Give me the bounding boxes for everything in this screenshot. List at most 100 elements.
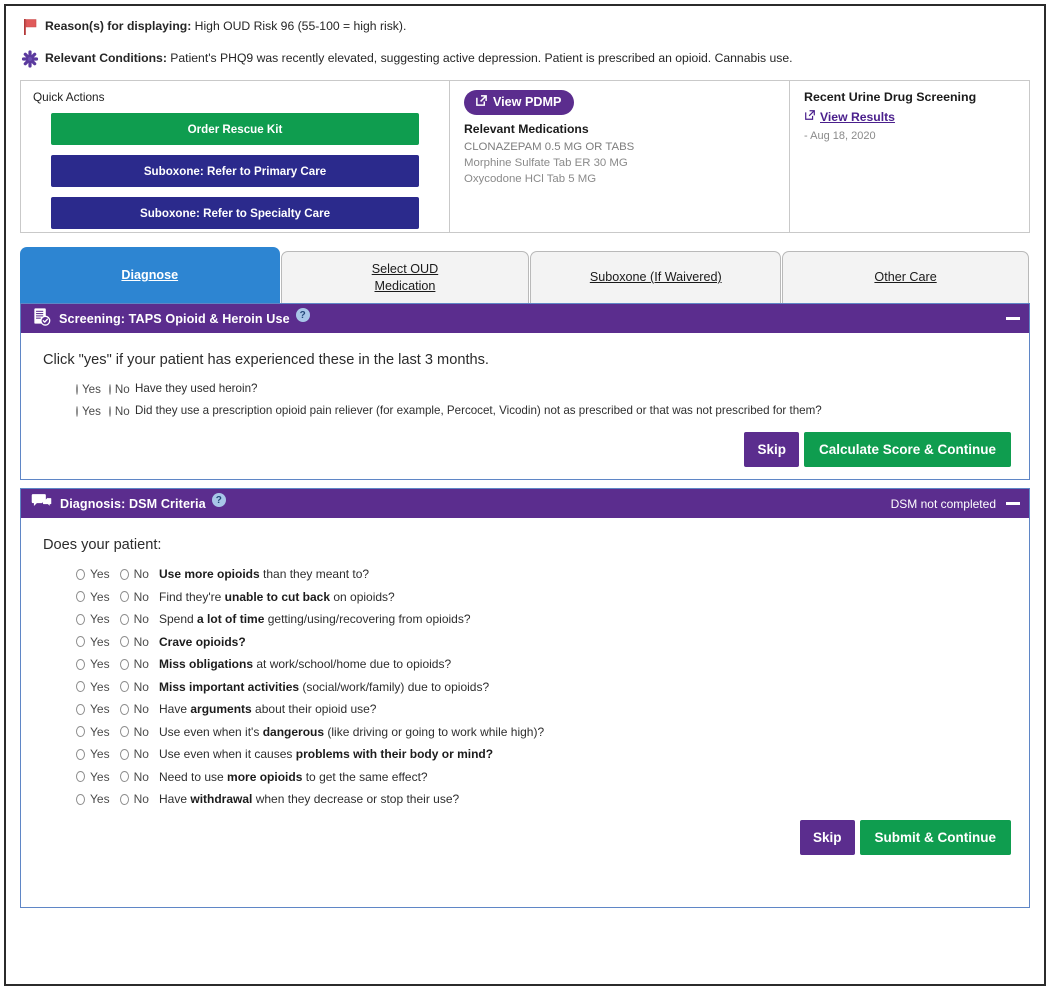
dsm-question-row: Yes No Find they're unable to cut back on … xyxy=(39,590,1011,604)
dsm-q4-no-radio[interactable] xyxy=(119,636,129,647)
dsm-question-row: Yes No Have withdrawal when they decrease … xyxy=(39,792,1011,806)
calculate-score-continue-button[interactable]: Calculate Score & Continue xyxy=(803,432,1011,467)
diagnosis-panel-body: Does your patient: Yes No Use more opioids… xyxy=(21,518,1029,907)
screening-skip-button[interactable]: Skip xyxy=(744,432,799,467)
dsm-q9-no-radio[interactable] xyxy=(119,748,129,760)
dsm-q4-options: Yes No xyxy=(39,635,159,649)
dsm-question-row: Yes No Crave opioids? xyxy=(39,635,1011,649)
dsm-question-row: Yes No Use even when it's dangerous (like … xyxy=(39,725,1011,739)
dsm-q1-text: Use more opioids than they meant to? xyxy=(159,567,370,581)
tab-select-oud-medication[interactable]: Select OUD Medication xyxy=(280,251,530,303)
dsm-q11-yes-radio[interactable] xyxy=(76,793,86,805)
dsm-q11-no-label: No xyxy=(133,792,149,806)
dsm-q3-yes-radio[interactable] xyxy=(76,613,86,625)
view-results-label: View Results xyxy=(820,109,895,124)
dsm-q2-yes-radio[interactable] xyxy=(76,591,86,602)
dsm-q5-yes-radio[interactable] xyxy=(76,658,86,670)
help-icon[interactable]: ? xyxy=(211,493,226,507)
screening-question-row: Yes No Have they used heroin? xyxy=(39,382,1011,396)
dsm-q6-yes-radio[interactable] xyxy=(76,681,86,692)
dsm-q10-yes-radio[interactable] xyxy=(76,771,86,782)
screening-panel-title: Screening: TAPS Opioid & Heroin Use xyxy=(59,311,290,326)
dsm-q7-text: Have arguments about their opioid use? xyxy=(159,702,377,716)
refer-specialty-care-button[interactable]: Suboxone: Refer to Specialty Care xyxy=(51,197,419,229)
tab-suboxone-if-waivered[interactable]: Suboxone (If Waivered) xyxy=(530,251,782,303)
dsm-q5-no-label: No xyxy=(133,657,149,671)
view-pdmp-label: View PDMP xyxy=(493,95,562,109)
dsm-q5-no-radio[interactable] xyxy=(119,658,129,670)
screening-q1-text: Have they used heroin? xyxy=(135,382,258,395)
urine-screening-column: Recent Urine Drug Screening View Results… xyxy=(790,81,1029,232)
dsm-q10-yes-label: Yes xyxy=(90,769,110,784)
urine-screening-date: - Aug 18, 2020 xyxy=(804,130,876,142)
dsm-q8-text: Use even when it's dangerous (like drivi… xyxy=(159,724,545,739)
dsm-question-row: Yes No Have arguments about their opioid u… xyxy=(39,702,1011,716)
conditions-alert-text: Relevant Conditions: Patient's PHQ9 was … xyxy=(45,49,793,66)
medication-item: CLONAZEPAM 0.5 MG OR TABS xyxy=(464,141,635,153)
dsm-q8-no-label: No xyxy=(133,724,149,739)
tab-bar: Diagnose Select OUD Medication Suboxone … xyxy=(20,247,1030,303)
dsm-q1-no-radio[interactable] xyxy=(119,568,129,580)
view-pdmp-button[interactable]: View PDMP xyxy=(464,90,575,115)
refer-primary-care-button[interactable]: Suboxone: Refer to Primary Care xyxy=(51,155,419,187)
flag-icon xyxy=(20,17,42,37)
screening-q1-yes-label: Yes xyxy=(82,382,101,396)
diagnosis-panel: Diagnosis: DSM Criteria ? DSM not comple… xyxy=(20,488,1030,908)
order-rescue-kit-button[interactable]: Order Rescue Kit xyxy=(51,113,419,145)
dsm-q5-options: Yes No xyxy=(39,657,159,671)
screening-q1-no-radio[interactable] xyxy=(108,383,111,395)
screening-button-bar: Skip Calculate Score & Continue xyxy=(39,432,1011,467)
external-link-icon xyxy=(804,109,816,124)
submit-continue-button[interactable]: Submit & Continue xyxy=(859,820,1011,855)
tab-suboxone-if-waivered-label: Suboxone (If Waivered) xyxy=(589,270,722,284)
dsm-q2-yes-label: Yes xyxy=(90,589,110,604)
help-icon[interactable]: ? xyxy=(295,308,310,322)
screening-q1-options: Yes No xyxy=(39,383,135,396)
dsm-q8-yes-radio[interactable] xyxy=(76,726,86,737)
collapse-screening-button[interactable] xyxy=(1006,317,1020,320)
quick-actions-column: Quick Actions Order Rescue Kit Suboxone:… xyxy=(21,81,450,232)
reason-alert-value: High OUD Risk 96 (55-100 = high risk). xyxy=(191,19,407,33)
dsm-q9-yes-label: Yes xyxy=(90,747,110,761)
screening-q2-no-radio[interactable] xyxy=(108,405,111,417)
summary-panel: Quick Actions Order Rescue Kit Suboxone:… xyxy=(20,80,1030,233)
screening-q1-yes-radio[interactable] xyxy=(76,383,78,395)
dsm-q3-options: Yes No xyxy=(39,612,159,626)
dsm-q4-yes-radio[interactable] xyxy=(76,636,86,647)
screening-panel-header: Screening: TAPS Opioid & Heroin Use ? xyxy=(21,304,1029,333)
collapse-diagnosis-button[interactable] xyxy=(1006,502,1020,505)
reason-alert-label: Reason(s) for displaying: xyxy=(45,19,192,33)
dsm-q2-text: Find they're unable to cut back on opioi… xyxy=(159,589,395,604)
tab-other-care[interactable]: Other Care xyxy=(782,251,1029,303)
dsm-q10-no-radio[interactable] xyxy=(119,771,129,782)
dsm-q6-options: Yes No xyxy=(39,680,159,694)
dsm-q4-no-label: No xyxy=(133,634,149,649)
dsm-question-row: Yes No Need to use more opioids to get the… xyxy=(39,770,1011,784)
asterisk-icon xyxy=(20,49,42,69)
dsm-q7-yes-radio[interactable] xyxy=(76,703,86,715)
dsm-q7-no-radio[interactable] xyxy=(119,703,129,715)
diagnosis-panel-header: Diagnosis: DSM Criteria ? DSM not comple… xyxy=(21,489,1029,518)
medications-column: View PDMP Relevant Medications CLONAZEPA… xyxy=(450,81,790,232)
dsm-q8-no-radio[interactable] xyxy=(119,726,129,737)
view-results-link[interactable]: View Results xyxy=(804,109,895,124)
diagnosis-panel-title: Diagnosis: DSM Criteria xyxy=(60,496,206,511)
dsm-q11-yes-label: Yes xyxy=(90,792,110,806)
dsm-q11-no-radio[interactable] xyxy=(119,793,129,805)
dsm-q2-no-radio[interactable] xyxy=(119,591,129,602)
screening-q1-no-label: No xyxy=(114,382,130,396)
dsm-q3-no-radio[interactable] xyxy=(119,613,129,625)
dsm-q6-no-label: No xyxy=(133,679,149,694)
screening-q2-yes-radio[interactable] xyxy=(76,405,78,417)
tab-diagnose[interactable]: Diagnose xyxy=(20,247,280,303)
dsm-q1-no-label: No xyxy=(133,567,149,581)
diagnosis-skip-button[interactable]: Skip xyxy=(799,820,855,855)
dsm-q5-yes-label: Yes xyxy=(90,657,110,671)
dsm-q1-yes-radio[interactable] xyxy=(76,568,86,580)
diagnosis-prompt: Does your patient: xyxy=(43,537,162,553)
dsm-question-row: Yes No Miss important activities (social/w… xyxy=(39,680,1011,694)
medication-item: Morphine Sulfate Tab ER 30 MG xyxy=(464,157,628,169)
dsm-q4-text: Crave opioids? xyxy=(159,634,246,649)
dsm-q9-yes-radio[interactable] xyxy=(76,748,86,760)
dsm-q6-no-radio[interactable] xyxy=(119,681,129,692)
